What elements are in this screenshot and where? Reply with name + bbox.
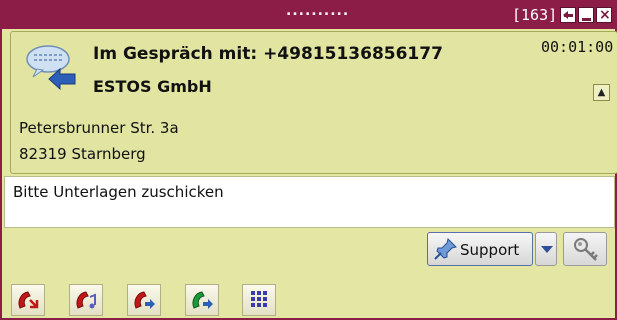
pin-button[interactable] (560, 7, 576, 23)
transfer-icon (134, 291, 155, 309)
pushpin-icon (434, 238, 457, 260)
hold-button[interactable] (69, 284, 103, 316)
minimize-button[interactable] (578, 7, 594, 23)
support-button[interactable]: Support (427, 232, 533, 266)
double-chevron-up-icon: ▲ (597, 87, 606, 98)
key-icon (574, 238, 598, 261)
search-button[interactable] (563, 232, 607, 266)
call-note-input[interactable]: Bitte Unterlagen zuschicken (4, 176, 615, 228)
caller-city: 82319 Starnberg (19, 145, 146, 163)
close-icon: × (599, 7, 611, 23)
caller-company: ESTOS GmbH (93, 77, 212, 96)
support-label: Support (460, 241, 520, 259)
caller-street: Petersbrunner Str. 3a (19, 119, 179, 137)
hangup-button[interactable] (11, 284, 45, 316)
forward-button[interactable] (185, 284, 219, 316)
chevron-down-icon (541, 246, 553, 253)
collapse-button[interactable]: ▲ (593, 84, 610, 101)
minimize-icon (582, 18, 591, 21)
call-window: .......... [163] × Im Gespräch mit: +498… (0, 0, 617, 320)
title-bar[interactable]: .......... [163] × (2, 0, 615, 29)
incoming-call-icon (26, 45, 76, 90)
keypad-icon (251, 291, 267, 307)
transfer-button[interactable] (127, 284, 161, 316)
forward-icon (192, 291, 213, 309)
close-button[interactable]: × (596, 7, 612, 23)
call-status-title: Im Gespräch mit: +49815136856177 (93, 44, 443, 64)
hold-icon (76, 291, 96, 309)
keypad-button[interactable] (242, 284, 276, 316)
call-duration: 00:01:00 (541, 38, 614, 56)
window-title: .......... (286, 3, 350, 19)
call-info-panel: Im Gespräch mit: +49815136856177 ESTOS G… (10, 31, 617, 174)
hangup-icon (18, 291, 39, 309)
support-dropdown-button[interactable] (535, 232, 557, 266)
call-counter: [163] (512, 6, 558, 24)
